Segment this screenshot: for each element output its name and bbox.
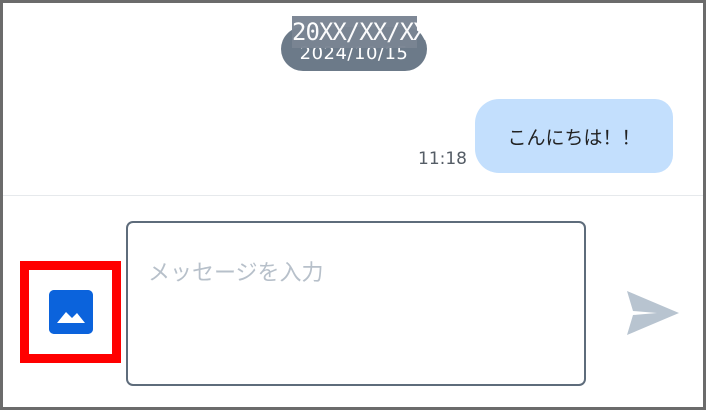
send-icon <box>627 291 679 335</box>
message-time: 11:18 <box>418 149 467 169</box>
image-icon <box>48 290 93 334</box>
message-text: こんにちは！！ <box>507 126 641 149</box>
send-button[interactable] <box>623 283 683 343</box>
date-redaction: 20XX/XX/XX <box>292 16 428 48</box>
message-bubble: こんにちは！！ <box>475 99 673 173</box>
chat-area: 2024/10/15 20XX/XX/XX 11:18 こんにちは！！ <box>3 3 703 195</box>
composer-divider <box>3 195 703 196</box>
image-upload-button[interactable] <box>20 261 121 363</box>
message-row: 11:18 こんにちは！！ <box>418 99 673 173</box>
message-input[interactable] <box>126 221 586 386</box>
app-frame: 2024/10/15 20XX/XX/XX 11:18 こんにちは！！ <box>0 0 706 410</box>
